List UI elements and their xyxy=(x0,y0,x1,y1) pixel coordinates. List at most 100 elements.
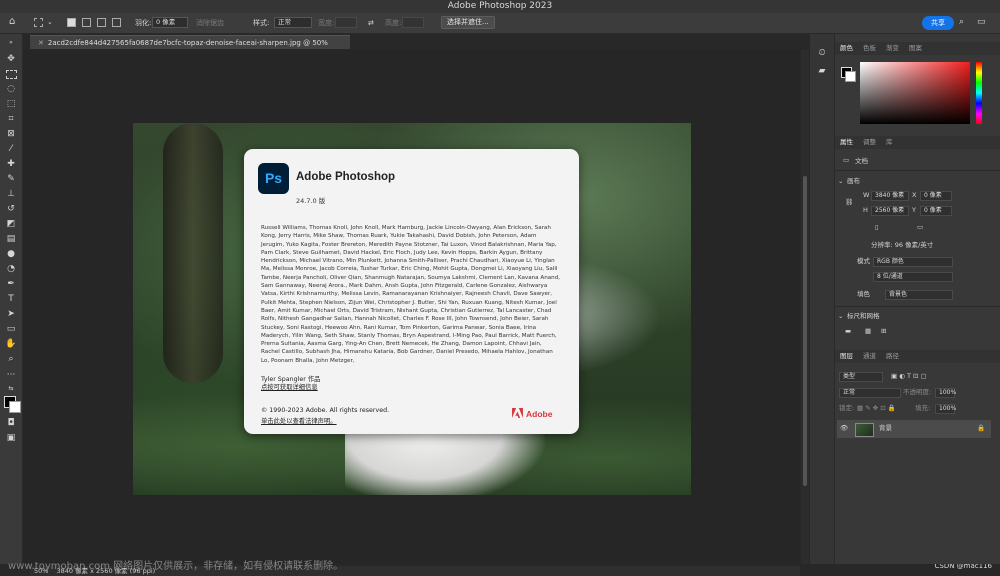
filter-icons[interactable]: ▣ ◐ T ⊡ ▢ xyxy=(891,372,927,381)
guides-icon[interactable]: ⊞ xyxy=(881,327,886,336)
chevron-down-icon[interactable]: ⌄ xyxy=(47,16,53,28)
tab-layers[interactable]: 图层 xyxy=(835,350,858,363)
chevron-down-icon[interactable]: ⌄ xyxy=(838,177,843,186)
lasso-tool-icon[interactable]: ◌ xyxy=(5,84,17,94)
path-selection-icon[interactable]: ➤ xyxy=(5,309,17,319)
blur-tool-icon[interactable]: ● xyxy=(5,249,17,259)
photoshop-logo: Ps xyxy=(258,163,289,194)
hand-tool-icon[interactable]: ✋ xyxy=(5,339,17,349)
object-selection-icon[interactable]: ⬚ xyxy=(5,99,17,109)
properties-panel-tabs: 属性 调整库 xyxy=(835,136,1000,149)
share-button[interactable]: 共享 xyxy=(922,16,954,30)
pen-tool-icon[interactable]: ✒ xyxy=(5,279,17,289)
ruler-icon[interactable]: ▬ xyxy=(845,327,851,336)
tab-paths[interactable]: 路径 xyxy=(881,350,904,363)
tools-panel: » ✥ ◌ ⬚ ⌗ ⊠ ⁄ ✚ ✎ ⊥ ↺ ◩ ▤ ● ◔ ✒ T ➤ ▭ ✋ … xyxy=(0,34,23,564)
canvas-y-input[interactable]: 0 像素 xyxy=(920,206,952,216)
tab-adjustments[interactable]: 调整 xyxy=(858,136,881,149)
eyedropper-icon[interactable]: ⁄ xyxy=(5,144,17,154)
add-selection-icon[interactable] xyxy=(82,18,91,27)
feather-input[interactable]: 0 像素 xyxy=(152,17,188,28)
comments-panel-icon[interactable]: ▰ xyxy=(816,66,828,76)
tab-patterns[interactable]: 图案 xyxy=(904,42,927,55)
swap-icon[interactable]: ⇄ xyxy=(368,17,374,29)
about-dialog: Ps Adobe Photoshop 24.7.0 版 Russell Will… xyxy=(244,149,579,434)
select-and-mask-button[interactable]: 选择并遮住... xyxy=(441,16,495,29)
mode-select[interactable]: RGB 颜色 xyxy=(873,257,953,267)
about-legal-link[interactable]: 单击此处以查看法律声明。 xyxy=(261,416,337,425)
layer-row[interactable]: 👁 背景 🔒 xyxy=(837,420,991,438)
chevron-down-icon[interactable]: ⌄ xyxy=(838,312,843,321)
eye-icon[interactable]: 👁 xyxy=(840,424,848,433)
grid-icon[interactable]: ▦ xyxy=(865,327,871,336)
brush-tool-icon[interactable]: ✎ xyxy=(5,174,17,184)
canvas-width-input[interactable]: 3840 像素 xyxy=(871,191,909,201)
about-author-link[interactable]: 点按可获取详细信息 xyxy=(261,382,318,391)
tab-channels[interactable]: 通道 xyxy=(858,350,881,363)
close-icon[interactable]: ✕ xyxy=(38,39,44,47)
gradient-tool-icon[interactable]: ▤ xyxy=(5,234,17,244)
lock-label: 锁定: xyxy=(839,404,855,412)
history-brush-icon[interactable]: ↺ xyxy=(5,204,17,214)
antialias-checkbox-label[interactable]: 消除锯齿 xyxy=(196,17,224,29)
fill-percent-input[interactable]: 100% xyxy=(935,404,956,414)
zoom-tool-icon[interactable]: ⌕ xyxy=(5,354,17,364)
link-icon[interactable]: ⛓ xyxy=(845,198,853,207)
lock-icons[interactable]: ▦ ✎ ✥ ⊡ 🔒 xyxy=(857,404,896,413)
adobe-brand-text: Adobe xyxy=(526,409,553,419)
home-icon[interactable]: ⌂ xyxy=(9,16,15,28)
canvas-x-input[interactable]: 0 像素 xyxy=(920,191,952,201)
collapse-icon[interactable]: » xyxy=(5,38,17,48)
blend-mode-select[interactable]: 正常 xyxy=(839,388,901,398)
style-select[interactable]: 正常 xyxy=(274,17,312,28)
tab-color[interactable]: 颜色 xyxy=(835,42,858,55)
color-panel-background[interactable] xyxy=(845,71,856,82)
tab-properties[interactable]: 属性 xyxy=(835,136,858,149)
fill-select[interactable]: 背景色 xyxy=(885,290,953,300)
bit-depth-select[interactable]: 8 位/通道 xyxy=(873,272,953,282)
opacity-input[interactable]: 100% xyxy=(935,388,956,398)
workspace-icon[interactable]: ▭ xyxy=(977,16,986,28)
quick-mask-icon[interactable]: ◘ xyxy=(5,418,17,428)
crop-tool-icon[interactable]: ⌗ xyxy=(5,114,17,124)
marquee-tool-icon[interactable] xyxy=(34,18,43,27)
rectangle-tool-icon[interactable]: ▭ xyxy=(5,324,17,334)
height-input[interactable] xyxy=(402,17,424,28)
tab-libraries[interactable]: 库 xyxy=(881,136,898,149)
frame-tool-icon[interactable]: ⊠ xyxy=(5,129,17,139)
document-tab[interactable]: ✕ 2acd2cdfe844d427565fa0687de7bcfc-topaz-… xyxy=(30,35,350,61)
screen-mode-icon[interactable]: ▣ xyxy=(5,433,17,443)
document-icon: ▭ xyxy=(843,156,850,164)
hue-slider[interactable] xyxy=(976,62,982,124)
marquee-tool-icon[interactable] xyxy=(5,69,17,79)
canvas-height-input[interactable]: 2560 像素 xyxy=(871,206,909,216)
dodge-tool-icon[interactable]: ◔ xyxy=(5,264,17,274)
orientation-landscape-icon[interactable]: ▭ xyxy=(917,223,923,232)
about-copyright: © 1990-2023 Adobe. All rights reserved. xyxy=(261,407,390,414)
vertical-scroll-thumb[interactable] xyxy=(803,176,807,486)
vertical-scrollbar[interactable] xyxy=(801,50,809,564)
tab-swatches[interactable]: 色板 xyxy=(858,42,881,55)
width-input[interactable] xyxy=(335,17,357,28)
history-panel-icon[interactable]: ⏲ xyxy=(816,48,828,58)
orientation-portrait-icon[interactable]: ▯ xyxy=(875,223,879,232)
new-selection-icon[interactable] xyxy=(67,18,76,27)
layer-kind-filter[interactable]: 类型 xyxy=(839,372,883,382)
intersect-selection-icon[interactable] xyxy=(112,18,121,27)
about-version: 24.7.0 版 xyxy=(296,197,326,205)
color-picker-field[interactable] xyxy=(860,62,970,124)
swap-colors-icon[interactable]: ⇆ xyxy=(5,384,17,394)
healing-brush-icon[interactable]: ✚ xyxy=(5,159,17,169)
subtract-selection-icon[interactable] xyxy=(97,18,106,27)
eraser-tool-icon[interactable]: ◩ xyxy=(5,219,17,229)
color-panel-tabs: 颜色 色板 渐变 图案 xyxy=(835,42,1000,55)
background-color-swatch[interactable] xyxy=(9,401,21,413)
adobe-logo-icon xyxy=(512,408,523,418)
clone-stamp-icon[interactable]: ⊥ xyxy=(5,189,17,199)
more-tools-icon[interactable]: ··· xyxy=(5,370,17,380)
move-tool-icon[interactable]: ✥ xyxy=(5,54,17,64)
window-title-bar: Adobe Photoshop 2023 xyxy=(0,0,1000,13)
tab-gradients[interactable]: 渐变 xyxy=(881,42,904,55)
search-icon[interactable]: ⌕ xyxy=(959,16,964,28)
type-tool-icon[interactable]: T xyxy=(5,294,17,304)
